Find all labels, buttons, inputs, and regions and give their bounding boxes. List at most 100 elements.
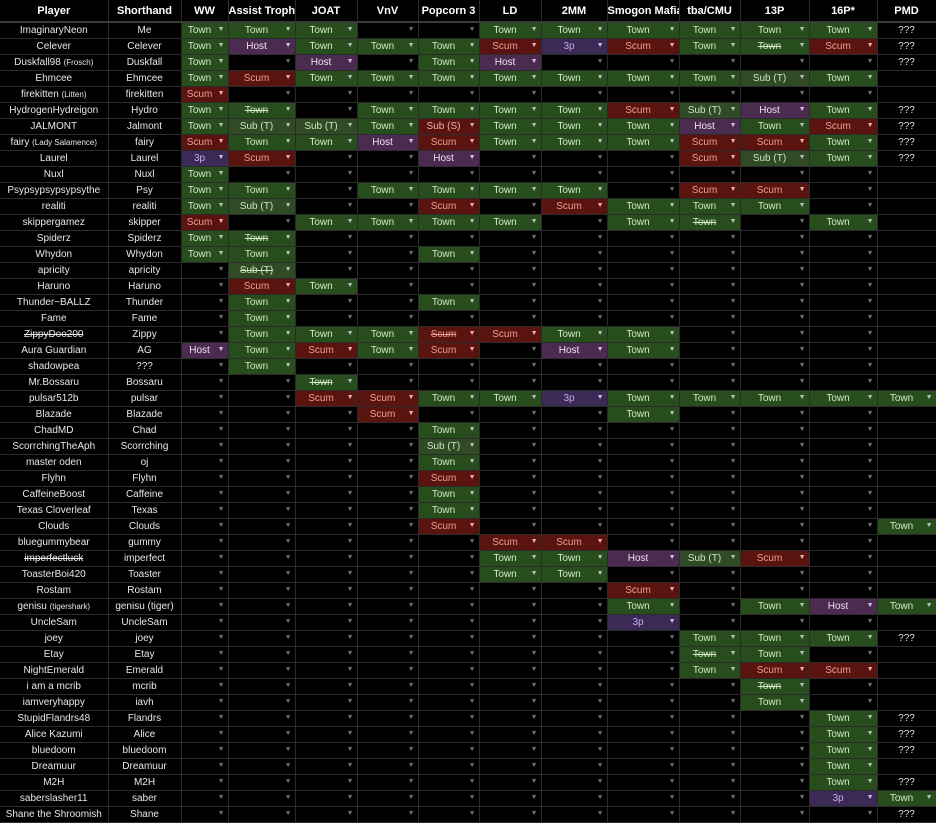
role-cell[interactable]: ▼: [181, 438, 229, 455]
role-cell[interactable]: [877, 566, 936, 583]
role-cell[interactable]: [877, 758, 936, 775]
dropdown-arrow-icon[interactable]: ▼: [799, 519, 806, 533]
role-cell[interactable]: Town ▼: [418, 502, 480, 519]
role-cell[interactable]: ▼: [295, 726, 358, 743]
player-name-cell[interactable]: bluegummybear: [0, 534, 109, 551]
dropdown-arrow-icon[interactable]: ▼: [597, 487, 604, 501]
role-cell[interactable]: Town ▼: [181, 166, 229, 183]
role-cell[interactable]: ▼: [228, 550, 296, 567]
dropdown-arrow-icon[interactable]: ▼: [408, 135, 415, 149]
role-cell[interactable]: Town ▼: [809, 774, 878, 791]
dropdown-arrow-icon[interactable]: ▼: [347, 455, 354, 469]
role-cell[interactable]: ▼: [479, 742, 542, 759]
role-cell[interactable]: ▼: [740, 214, 810, 231]
dropdown-arrow-icon[interactable]: ▼: [669, 439, 676, 453]
role-cell[interactable]: Scum ▼: [295, 342, 358, 359]
dropdown-arrow-icon[interactable]: ▼: [285, 583, 292, 597]
role-cell[interactable]: [877, 662, 936, 679]
dropdown-arrow-icon[interactable]: ▼: [867, 455, 874, 469]
role-cell[interactable]: Town ▼: [181, 182, 229, 199]
role-cell[interactable]: ▼: [679, 246, 741, 263]
role-cell[interactable]: Town ▼: [809, 134, 878, 151]
dropdown-arrow-icon[interactable]: ▼: [285, 535, 292, 549]
dropdown-arrow-icon[interactable]: ▼: [799, 455, 806, 469]
shorthand-cell[interactable]: Caffeine: [108, 486, 182, 503]
role-cell[interactable]: ▼: [295, 310, 358, 327]
dropdown-arrow-icon[interactable]: ▼: [285, 775, 292, 789]
role-cell[interactable]: Town ▼: [607, 406, 680, 423]
role-cell[interactable]: ▼: [357, 294, 419, 311]
role-cell[interactable]: Town ▼: [607, 326, 680, 343]
role-cell[interactable]: ▼: [740, 710, 810, 727]
role-cell[interactable]: Town ▼: [357, 118, 419, 135]
role-cell[interactable]: Host ▼: [679, 118, 741, 135]
shorthand-cell[interactable]: bluedoom: [108, 742, 182, 759]
role-cell[interactable]: Town ▼: [418, 390, 480, 407]
role-cell[interactable]: Town ▼: [418, 182, 480, 199]
dropdown-arrow-icon[interactable]: ▼: [218, 167, 225, 181]
dropdown-arrow-icon[interactable]: ▼: [218, 311, 225, 325]
dropdown-arrow-icon[interactable]: ▼: [799, 807, 806, 821]
role-cell[interactable]: ▼: [541, 774, 608, 791]
role-cell[interactable]: ▼: [479, 678, 542, 695]
role-cell[interactable]: Sub (T) ▼: [679, 550, 741, 567]
role-cell[interactable]: Town ▼: [679, 38, 741, 55]
dropdown-arrow-icon[interactable]: ▼: [531, 391, 538, 405]
dropdown-arrow-icon[interactable]: ▼: [285, 663, 292, 677]
dropdown-arrow-icon[interactable]: ▼: [669, 631, 676, 645]
dropdown-arrow-icon[interactable]: ▼: [799, 615, 806, 629]
dropdown-arrow-icon[interactable]: ▼: [347, 183, 354, 197]
role-cell[interactable]: Town ▼: [740, 630, 810, 647]
role-cell[interactable]: ▼: [479, 694, 542, 711]
role-cell[interactable]: Town ▼: [357, 70, 419, 87]
shorthand-cell[interactable]: Thunder: [108, 294, 182, 311]
role-cell[interactable]: Town ▼: [418, 214, 480, 231]
role-cell[interactable]: Scum ▼: [809, 662, 878, 679]
role-cell[interactable]: Scum ▼: [809, 118, 878, 135]
role-cell[interactable]: Town ▼: [809, 630, 878, 647]
dropdown-arrow-icon[interactable]: ▼: [926, 599, 933, 613]
dropdown-arrow-icon[interactable]: ▼: [867, 151, 874, 165]
shorthand-cell[interactable]: Dreamuur: [108, 758, 182, 775]
dropdown-arrow-icon[interactable]: ▼: [531, 327, 538, 341]
role-cell[interactable]: ▼: [740, 486, 810, 503]
role-cell[interactable]: Scum ▼: [418, 470, 480, 487]
dropdown-arrow-icon[interactable]: ▼: [531, 151, 538, 165]
role-cell[interactable]: Town ▼: [295, 134, 358, 151]
dropdown-arrow-icon[interactable]: ▼: [597, 183, 604, 197]
dropdown-arrow-icon[interactable]: ▼: [669, 167, 676, 181]
dropdown-arrow-icon[interactable]: ▼: [867, 727, 874, 741]
dropdown-arrow-icon[interactable]: ▼: [285, 119, 292, 133]
role-cell[interactable]: Scum ▼: [541, 534, 608, 551]
role-cell[interactable]: ▼: [228, 614, 296, 631]
dropdown-arrow-icon[interactable]: ▼: [531, 55, 538, 69]
shorthand-cell[interactable]: apricity: [108, 262, 182, 279]
role-cell[interactable]: ▼: [607, 678, 680, 695]
role-cell[interactable]: ▼: [357, 502, 419, 519]
shorthand-cell[interactable]: Flyhn: [108, 470, 182, 487]
role-cell[interactable]: Town ▼: [418, 422, 480, 439]
role-cell[interactable]: ▼: [418, 230, 480, 247]
role-cell[interactable]: ▼: [357, 742, 419, 759]
role-cell[interactable]: ▼: [479, 454, 542, 471]
dropdown-arrow-icon[interactable]: ▼: [730, 55, 737, 69]
role-cell[interactable]: ▼: [541, 598, 608, 615]
dropdown-arrow-icon[interactable]: ▼: [669, 519, 676, 533]
dropdown-arrow-icon[interactable]: ▼: [218, 295, 225, 309]
role-cell[interactable]: Town ▼: [740, 598, 810, 615]
role-cell[interactable]: Town ▼: [418, 102, 480, 119]
shorthand-cell[interactable]: Flandrs: [108, 710, 182, 727]
role-cell[interactable]: ▼: [357, 198, 419, 215]
role-cell[interactable]: ▼: [228, 678, 296, 695]
role-cell[interactable]: Town ▼: [479, 118, 542, 135]
dropdown-arrow-icon[interactable]: ▼: [285, 343, 292, 357]
role-cell[interactable]: Sub (T) ▼: [418, 438, 480, 455]
role-cell[interactable]: ▼: [541, 486, 608, 503]
role-cell[interactable]: Scum ▼: [228, 278, 296, 295]
role-cell[interactable]: Town ▼: [607, 598, 680, 615]
player-name-cell[interactable]: Blazade: [0, 406, 109, 423]
dropdown-arrow-icon[interactable]: ▼: [218, 247, 225, 261]
role-cell[interactable]: ▼: [295, 262, 358, 279]
role-cell[interactable]: Host ▼: [228, 38, 296, 55]
dropdown-arrow-icon[interactable]: ▼: [730, 183, 737, 197]
